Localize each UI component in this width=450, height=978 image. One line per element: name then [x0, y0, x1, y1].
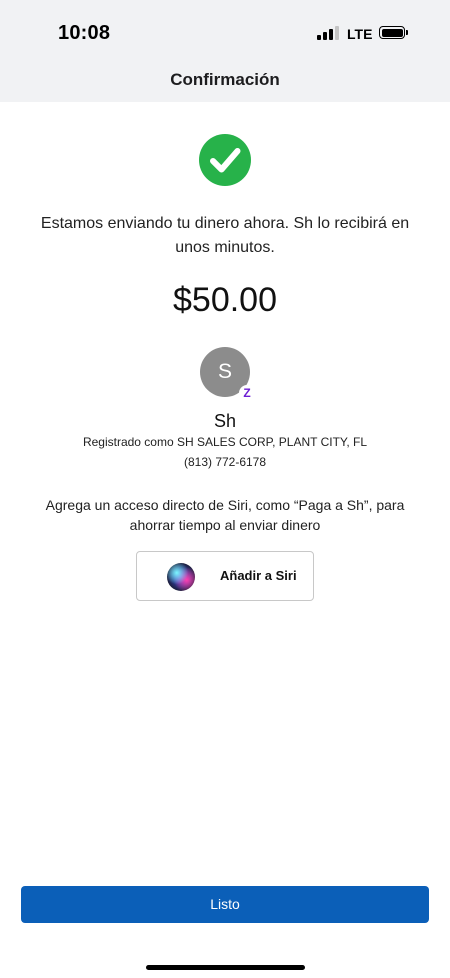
siri-icon [167, 563, 195, 591]
add-to-siri-label: Añadir a Siri [220, 568, 297, 583]
amount: $50.00 [173, 281, 277, 319]
recipient-name: Sh [213, 411, 237, 431]
network-type: LTE [347, 26, 373, 42]
signal-icon [317, 26, 339, 40]
add-to-siri-button[interactable]: Añadir a Siri [136, 551, 314, 601]
done-button[interactable]: Listo [21, 886, 429, 923]
home-indicator[interactable] [146, 965, 305, 970]
recipient-registered: Registrado como SH SALES CORP, PLANT CIT… [82, 435, 368, 449]
battery-icon [379, 26, 405, 39]
status-bar: 10:08 LTE [0, 0, 450, 66]
zelle-icon: Z [239, 385, 255, 401]
battery-cap [406, 30, 408, 35]
recipient-phone: (813) 772-6178 [183, 455, 267, 469]
page-title: Confirmación [170, 70, 280, 89]
check-circle-icon [199, 134, 251, 186]
siri-prompt: Agrega un acceso directo de Siri, como “… [45, 497, 405, 533]
confirmation-message: Estamos enviando tu dinero ahora. Sh lo … [40, 215, 410, 256]
status-time: 10:08 [58, 22, 111, 44]
